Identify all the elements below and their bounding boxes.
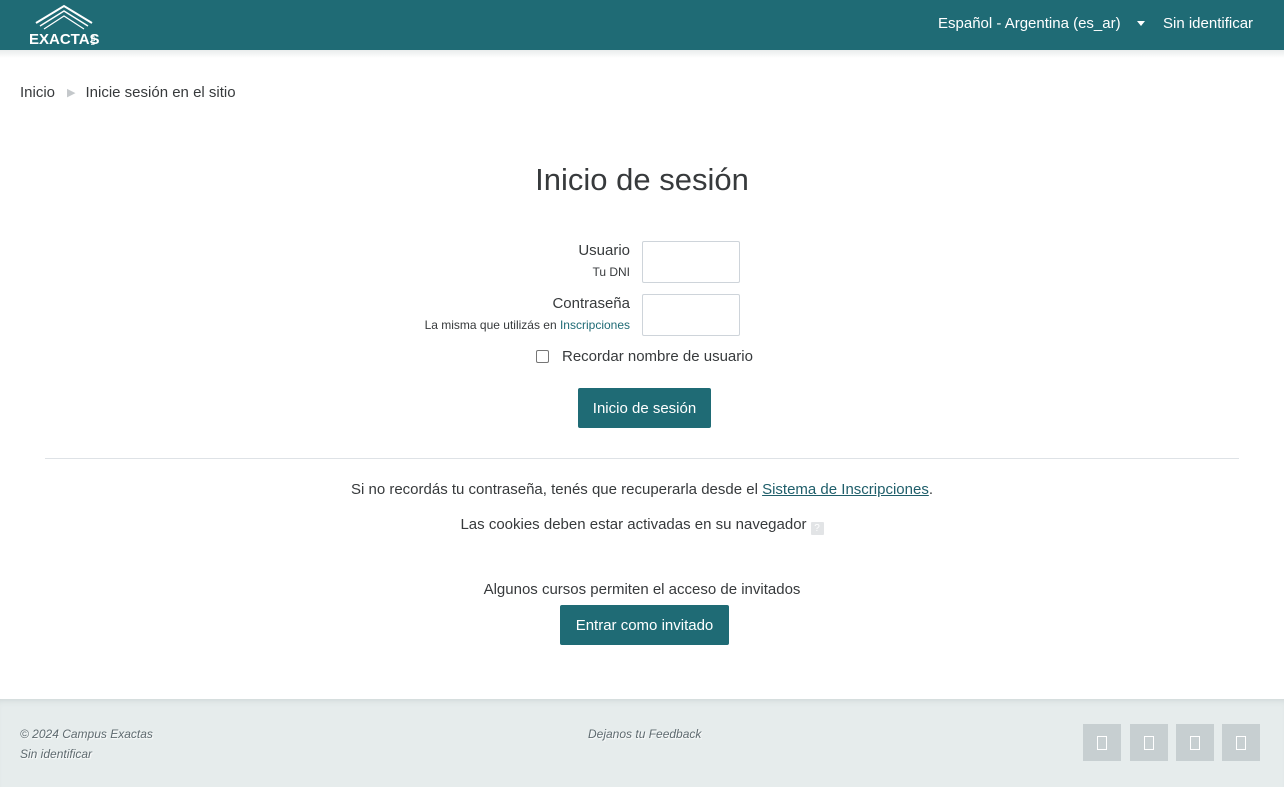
password-help: La misma que utilizás en Inscripciones [425, 318, 630, 332]
social-icon[interactable] [1176, 724, 1214, 761]
page-title: Inicio de sesión [535, 162, 749, 197]
login-button[interactable]: Inicio de sesión [578, 388, 711, 428]
remember-username[interactable]: Recordar nombre de usuario [536, 348, 753, 365]
language-menu[interactable]: Español - Argentina (es_ar) [938, 15, 1145, 32]
breadcrumb: Inicio ▶ Inicie sesión en el sitio [20, 84, 236, 101]
forgot-suffix: . [928, 481, 933, 498]
footer-copyright: © 2024 Campus Exactas [20, 727, 153, 741]
breadcrumb-separator-icon: ▶ [67, 87, 76, 99]
social-icon[interactable] [1130, 724, 1168, 761]
username-help: Tu DNI [592, 265, 630, 279]
footer-user-status[interactable]: Sin identificar [20, 747, 92, 761]
social-icon[interactable] [1222, 724, 1260, 761]
svg-text:UBA: UBA [91, 34, 97, 45]
sistema-inscripciones-link[interactable]: Sistema de Inscripciones [762, 481, 929, 498]
navbar-shadow [0, 50, 1284, 58]
inscripciones-link[interactable]: Inscripciones [560, 318, 630, 332]
forgot-text: Si no recordás tu contraseña, tenés que … [350, 481, 763, 498]
cookies-text: Las cookies deben estar activadas en su … [460, 516, 807, 533]
cookies-note: Las cookies deben estar activadas en su … [0, 516, 1284, 535]
breadcrumb-current: Inicie sesión en el sitio [85, 84, 236, 101]
guest-note: Algunos cursos permiten el acceso de inv… [483, 581, 801, 598]
forgot-password-note: Si no recordás tu contraseña, tenés que … [0, 481, 1284, 498]
remember-label: Recordar nombre de usuario [562, 348, 753, 365]
username-input[interactable] [642, 241, 740, 283]
remember-checkbox[interactable] [536, 350, 549, 363]
user-status[interactable]: Sin identificar [1163, 15, 1253, 32]
social-icon[interactable] [1083, 724, 1121, 761]
language-label: Español - Argentina (es_ar) [938, 15, 1121, 32]
top-navbar: EXACTAS UBA Español - Argentina (es_ar) … [0, 0, 1284, 50]
password-input[interactable] [642, 294, 740, 336]
breadcrumb-home[interactable]: Inicio [20, 84, 55, 101]
guest-login-button[interactable]: Entrar como invitado [560, 605, 729, 645]
username-label: Usuario [578, 242, 630, 259]
site-logo[interactable]: EXACTAS UBA [28, 4, 100, 46]
password-help-text: La misma que utilizás en [424, 318, 560, 332]
feedback-link[interactable]: Dejanos tu Feedback [588, 727, 701, 741]
password-label: Contraseña [552, 295, 630, 312]
caret-down-icon [1136, 21, 1145, 26]
svg-text:EXACTAS: EXACTAS [29, 31, 100, 46]
help-icon[interactable]: ? [810, 522, 824, 535]
divider [45, 458, 1239, 459]
